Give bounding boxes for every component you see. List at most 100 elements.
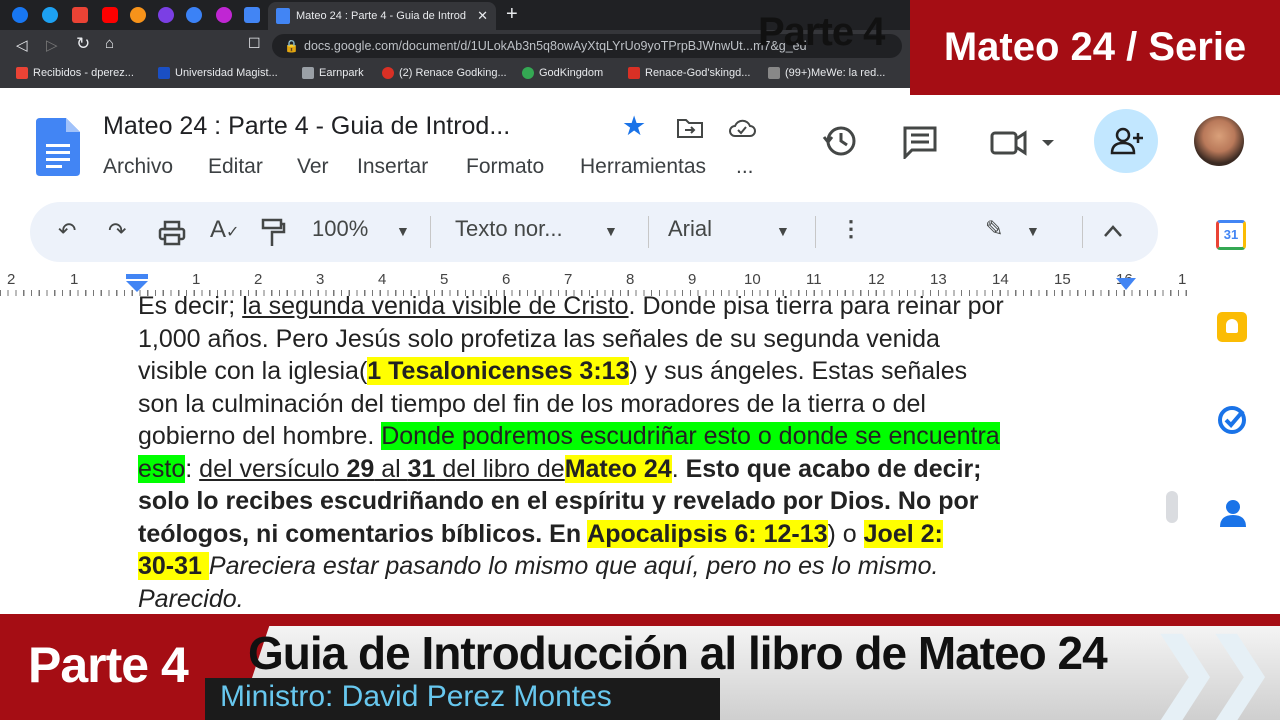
zoom-dropdown-icon[interactable]: ▼ xyxy=(396,223,410,239)
calendar-icon[interactable]: 31 xyxy=(1216,220,1246,250)
renace-icon xyxy=(382,67,394,79)
close-tab-icon[interactable]: ✕ xyxy=(477,8,488,24)
bookmark-godkingdom[interactable]: GodKingdom xyxy=(522,67,603,79)
menu-formato[interactable]: Formato xyxy=(466,155,544,179)
ruler-number: 10 xyxy=(744,271,761,288)
contacts-icon[interactable] xyxy=(1220,499,1246,527)
meet-icon[interactable] xyxy=(990,129,1054,157)
menu-herramientas[interactable]: Herramientas xyxy=(580,155,706,179)
print-icon[interactable] xyxy=(158,220,186,246)
facebook-tab-icon[interactable] xyxy=(12,7,28,23)
university-icon xyxy=(158,67,170,79)
paint-format-icon[interactable] xyxy=(260,218,286,248)
bookmark-gmail[interactable]: Recibidos - dperez... xyxy=(16,67,134,79)
back-icon[interactable]: ◁ xyxy=(16,36,28,54)
docs-icon xyxy=(276,8,290,24)
zoom-select[interactable]: 100% xyxy=(312,216,368,242)
menu-ver[interactable]: Ver xyxy=(297,155,329,179)
ruler-number: 1 xyxy=(1178,271,1187,288)
move-to-folder-icon[interactable] xyxy=(676,117,704,139)
font-select[interactable]: Arial xyxy=(668,216,712,242)
spellcheck-icon[interactable]: A✓ xyxy=(210,216,239,244)
youtube-tab-icon[interactable] xyxy=(102,7,118,23)
docs-logo-icon[interactable] xyxy=(36,118,80,176)
forward-icon[interactable]: ▷ xyxy=(46,36,58,54)
bookmark-renace[interactable]: (2) Renace Godking... xyxy=(382,67,507,79)
ruler-number: 7 xyxy=(564,271,573,288)
bookmark-universidad[interactable]: Universidad Magist... xyxy=(158,67,278,79)
lower-third-banner: Parte 4 Guia de Introducción al libro de… xyxy=(0,614,1280,720)
active-tab[interactable]: Mateo 24 : Parte 4 - Guia de Introd ✕ xyxy=(268,2,496,30)
bookmark-renace-god[interactable]: Renace-God'skingd... xyxy=(628,67,750,79)
ruler-number: 14 xyxy=(992,271,1009,288)
toolbar-divider xyxy=(430,216,431,248)
paragraph-line: son la culminación del tiempo del fin de… xyxy=(138,389,926,418)
bitcoin-tab-icon[interactable] xyxy=(130,7,146,23)
paragraph-line: 1,000 años. Pero Jesús solo profetiza la… xyxy=(138,324,940,353)
twitter-tab-icon[interactable] xyxy=(42,7,58,23)
lower-third-part: Parte 4 xyxy=(28,637,189,693)
bookmarks-bar: Recibidos - dperez... Universidad Magist… xyxy=(0,62,910,88)
gmail-icon xyxy=(16,67,28,79)
scripture-reference: Joel 2: xyxy=(863,519,943,548)
ruler-number: 15 xyxy=(1054,271,1071,288)
undo-icon[interactable]: ↶ xyxy=(58,218,76,244)
lower-third-minister: Ministro: David Perez Montes xyxy=(220,680,612,713)
new-tab-icon[interactable]: + xyxy=(506,3,518,26)
paragraph-line: teólogos, ni comentarios bíblicos. En Ap… xyxy=(138,519,943,548)
ruler-number: 4 xyxy=(378,271,387,288)
toolbar-divider xyxy=(648,216,649,248)
cloud-status-icon[interactable] xyxy=(727,117,757,139)
paragraph-line: Es decir; la segunda venida visible de C… xyxy=(138,292,1004,320)
star-icon[interactable]: ★ xyxy=(622,111,646,142)
style-select[interactable]: Texto nor... xyxy=(455,216,563,242)
edit-mode-icon[interactable]: ✎ xyxy=(985,216,1003,242)
scrollbar-thumb[interactable] xyxy=(1166,491,1178,523)
green-highlight-text: Donde podremos escudriñar esto o donde s… xyxy=(381,422,1000,450)
paragraph-line: Parecido. xyxy=(138,584,244,613)
keep-icon[interactable] xyxy=(1217,312,1247,342)
share-button[interactable] xyxy=(1094,109,1158,173)
ruler-number: 12 xyxy=(868,271,885,288)
lock-icon: 🔒 xyxy=(284,39,299,53)
gmail-tab-icon[interactable] xyxy=(72,7,88,23)
ruler-number: 6 xyxy=(502,271,511,288)
ruler-number: 9 xyxy=(688,271,697,288)
style-dropdown-icon[interactable]: ▼ xyxy=(604,223,618,239)
version-history-icon[interactable] xyxy=(822,123,858,159)
font-dropdown-icon[interactable]: ▼ xyxy=(776,223,790,239)
redo-icon[interactable]: ↷ xyxy=(108,218,126,244)
menu-insertar[interactable]: Insertar xyxy=(357,155,428,179)
mail-tab-icon[interactable] xyxy=(186,7,202,23)
app-tab-icon[interactable] xyxy=(216,7,232,23)
bookmark-mewe[interactable]: (99+)MeWe: la red... xyxy=(768,67,885,79)
comments-icon[interactable] xyxy=(902,125,938,159)
docs-header: Mateo 24 : Parte 4 - Guia de Introd... ★… xyxy=(0,95,1280,195)
menu-archivo[interactable]: Archivo xyxy=(103,155,173,179)
avatar[interactable] xyxy=(1194,116,1244,166)
app-tab-icon[interactable] xyxy=(158,7,174,23)
tasks-icon[interactable] xyxy=(1217,405,1247,435)
home-icon[interactable]: ⌂ xyxy=(105,35,114,52)
chevron-right-icon: ❯ xyxy=(1205,623,1276,717)
paragraph-line: visible con la iglesia(1 Tesalonicenses … xyxy=(138,357,968,385)
menu-more[interactable]: ... xyxy=(736,155,754,179)
docs-toolbar: ↶ ↷ A✓ 100% ▼ Texto nor... ▼ Arial ▼ ⋮ ✎… xyxy=(30,202,1158,262)
more-options-icon[interactable]: ⋮ xyxy=(840,216,862,242)
ruler-number: 3 xyxy=(316,271,325,288)
earnpark-icon xyxy=(302,67,314,79)
bookmark-earnpark[interactable]: Earnpark xyxy=(302,67,364,79)
collapse-toolbar-icon[interactable] xyxy=(1103,224,1123,238)
document-title[interactable]: Mateo 24 : Parte 4 - Guia de Introd... xyxy=(103,112,510,141)
docs-tab-icon[interactable] xyxy=(244,7,260,23)
paragraph-line: esto: del versículo 29 al 31 del libro d… xyxy=(138,454,982,483)
ruler-number: 11 xyxy=(806,271,822,288)
document-body[interactable]: Es decir; la segunda venida visible de C… xyxy=(138,290,1138,615)
edit-mode-dropdown-icon[interactable]: ▼ xyxy=(1026,223,1040,239)
ruler-number: 1 xyxy=(192,271,201,288)
mewe-icon xyxy=(768,67,780,79)
bookmark-page-icon[interactable]: ☐ xyxy=(248,35,261,52)
menu-editar[interactable]: Editar xyxy=(208,155,263,179)
reload-icon[interactable]: ↻ xyxy=(76,34,90,54)
ruler-number: 1 xyxy=(70,271,79,288)
